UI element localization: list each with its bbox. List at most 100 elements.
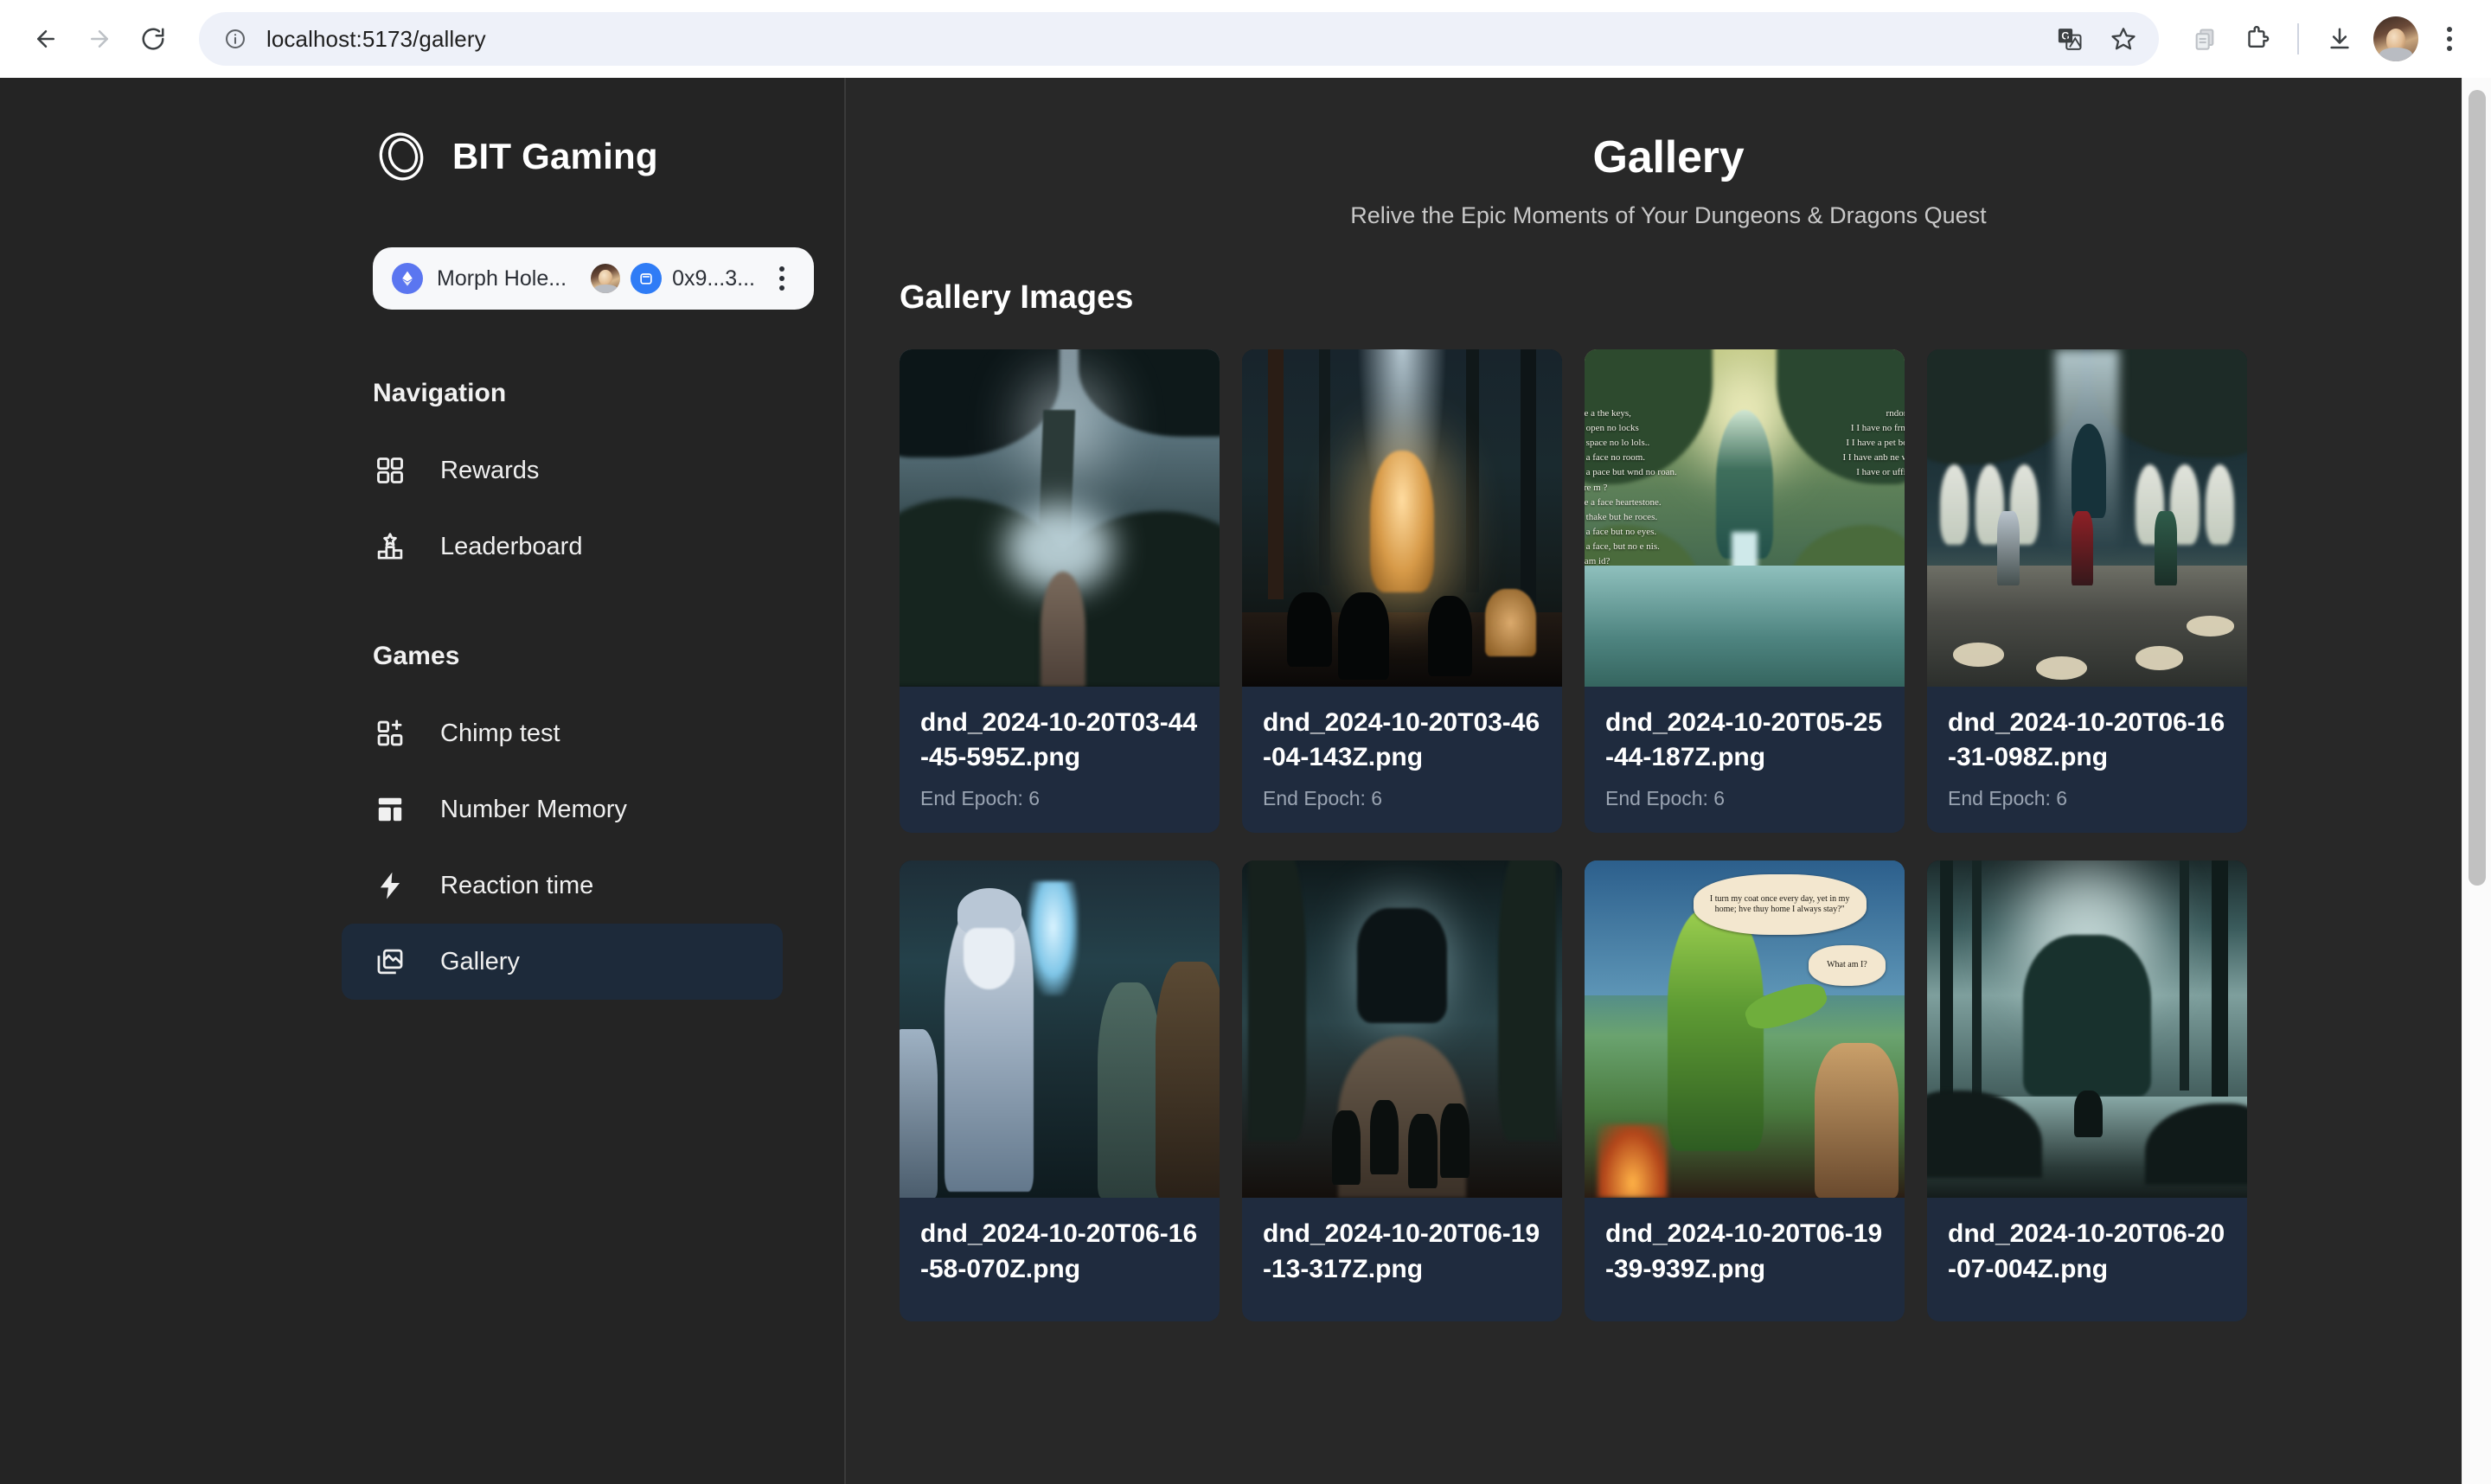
gallery-card-filename: dnd_2024-10-20T06-16-31-098Z.png (1948, 708, 2225, 772)
brand-name: BIT Gaming (452, 136, 658, 176)
downloads-icon[interactable] (2315, 14, 2365, 64)
riddle-text-left: ve a the keys,e open no lockse space no … (1585, 408, 1677, 566)
page-scrollbar[interactable] (2462, 78, 2491, 1484)
brand[interactable]: BIT Gaming (48, 78, 796, 185)
page-title: Gallery (1592, 132, 1745, 182)
gallery-card[interactable]: I turn my coat once every day, yet in my… (1585, 860, 1905, 1321)
gallery-thumbnail[interactable]: I turn my coat once every day, yet in my… (1585, 860, 1905, 1199)
sidebar-section-games-title: Games (373, 642, 460, 670)
riddle-text-right: rndore.I I have no frnrdI I have a pet b… (1842, 408, 1905, 478)
scrollbar-thumb[interactable] (2469, 90, 2486, 886)
gallery-card-body: dnd_2024-10-20T06-16-58-070Z.png (900, 1198, 1220, 1321)
gallery-card-meta: End Epoch: 6 (1605, 787, 1726, 810)
sidebar-item-reaction-time[interactable]: Reaction time (342, 848, 783, 924)
gallery-card-filename: dnd_2024-10-20T03-44-45-595Z.png (920, 708, 1198, 772)
toolbar-actions (2168, 14, 2472, 64)
gallery-card-body: dnd_2024-10-20T03-46-04-143Z.png End Epo… (1242, 687, 1562, 833)
images-icon (373, 944, 407, 979)
gallery-card-filename: dnd_2024-10-20T06-19-13-317Z.png (1263, 1219, 1540, 1283)
gallery-card-body: dnd_2024-10-20T05-25-44-187Z.png End Epo… (1585, 687, 1905, 833)
chrome-menu-icon[interactable] (2427, 14, 2472, 64)
wallet-widget[interactable]: Morph Hole... 0x9...3... (373, 247, 814, 310)
bolt-icon (373, 868, 407, 903)
sidebar-section-navigation-title: Navigation (373, 379, 507, 407)
gallery-card-body: dnd_2024-10-20T06-19-13-317Z.png (1242, 1198, 1562, 1321)
copy-icon[interactable] (2180, 14, 2230, 64)
wallet-menu-icon[interactable] (769, 259, 795, 297)
sidebar-item-label: Chimp test (440, 719, 560, 747)
browser-toolbar: localhost:5173/gallery G (0, 0, 2491, 78)
wallet-address: 0x9...3... (672, 265, 755, 291)
sidebar-item-gallery[interactable]: Gallery (342, 924, 783, 1000)
gallery-card[interactable]: dnd_2024-10-20T03-46-04-143Z.png End Epo… (1242, 349, 1562, 834)
gallery-card[interactable]: dnd_2024-10-20T06-19-13-317Z.png (1242, 860, 1562, 1321)
page-header: Gallery Relive the Epic Moments of Your … (846, 78, 2491, 229)
sidebar-item-label: Leaderboard (440, 532, 583, 560)
address-bar[interactable]: localhost:5173/gallery G (199, 12, 2159, 66)
grid-plus-icon (373, 716, 407, 751)
reload-button[interactable] (126, 12, 180, 66)
wallet-badge-icon (631, 263, 663, 294)
gallery-thumbnail[interactable] (1242, 860, 1562, 1199)
sidebar-item-label: Rewards (440, 456, 540, 484)
gallery-card-filename: dnd_2024-10-20T05-25-44-187Z.png (1605, 708, 1883, 772)
gallery-card-filename: dnd_2024-10-20T06-19-39-939Z.png (1605, 1219, 1883, 1283)
translate-icon[interactable]: G (2045, 14, 2095, 64)
gallery-thumbnail[interactable] (900, 349, 1220, 687)
wallet-chain[interactable]: Morph Hole... (392, 263, 591, 294)
grid-icon (373, 453, 407, 488)
extensions-icon[interactable] (2232, 14, 2282, 64)
gallery-card[interactable]: dnd_2024-10-20T03-44-45-595Z.png End Epo… (900, 349, 1220, 834)
sidebar-item-leaderboard[interactable]: Leaderboard (342, 509, 783, 585)
sidebar-nav-games: Chimp test Number Memory Reaction time G… (48, 695, 796, 1000)
back-button[interactable] (19, 12, 73, 66)
gallery-card-body: dnd_2024-10-20T03-44-45-595Z.png End Epo… (900, 687, 1220, 833)
gallery-thumbnail[interactable] (1927, 349, 2247, 687)
toolbar-divider (2297, 23, 2299, 54)
gallery-card-meta: End Epoch: 6 (1263, 787, 1383, 810)
sidebar-nav-navigation: Rewards Leaderboard (48, 432, 796, 585)
ethereum-icon (392, 263, 423, 294)
gallery-card-body: dnd_2024-10-20T06-16-31-098Z.png End Epo… (1927, 687, 2247, 833)
profile-avatar[interactable] (2373, 16, 2418, 61)
gallery-card[interactable]: dnd_2024-10-20T06-16-58-070Z.png (900, 860, 1220, 1321)
gallery-thumbnail[interactable] (900, 860, 1220, 1199)
sidebar-item-label: Gallery (440, 947, 520, 975)
gallery-card-meta: End Epoch: 6 (1948, 787, 2068, 810)
app-viewport: BIT Gaming Morph Hole... 0x9...3... Navi… (0, 78, 2491, 1484)
wallet-avatar (591, 264, 621, 293)
wallet-account[interactable]: 0x9...3... (591, 263, 755, 294)
forward-button[interactable] (73, 12, 126, 66)
layout-icon (373, 792, 407, 827)
address-bar-url: localhost:5173/gallery (266, 25, 486, 52)
gallery-card-body: dnd_2024-10-20T06-20-07-004Z.png (1927, 1198, 2247, 1321)
site-info-icon[interactable] (218, 22, 253, 56)
gallery-card-filename: dnd_2024-10-20T06-20-07-004Z.png (1948, 1219, 2225, 1283)
gallery-thumbnail[interactable] (1927, 860, 2247, 1199)
sidebar-item-number-memory[interactable]: Number Memory (342, 771, 783, 848)
wallet-chain-label: Morph Hole... (437, 265, 567, 291)
sidebar-item-label: Number Memory (440, 795, 627, 823)
gallery-card[interactable]: dnd_2024-10-20T06-16-31-098Z.png End Epo… (1927, 349, 2247, 834)
sidebar: BIT Gaming Morph Hole... 0x9...3... Navi… (0, 78, 846, 1484)
speech-bubble-main: I turn my coat once every day, yet in my… (1693, 873, 1867, 936)
section-title: Gallery Images (900, 279, 1134, 316)
sidebar-item-rewards[interactable]: Rewards (342, 432, 783, 509)
gallery-grid: dnd_2024-10-20T03-44-45-595Z.png End Epo… (900, 349, 2247, 1321)
gallery-card-filename: dnd_2024-10-20T03-46-04-143Z.png (1263, 708, 1540, 772)
gallery-card[interactable]: ve a the keys,e open no lockse space no … (1585, 349, 1905, 834)
gallery-card-body: dnd_2024-10-20T06-19-39-939Z.png (1585, 1198, 1905, 1321)
podium-icon (373, 529, 407, 564)
gallery-card-meta: End Epoch: 6 (920, 787, 1041, 810)
gallery-thumbnail[interactable] (1242, 349, 1562, 687)
sidebar-item-label: Reaction time (440, 871, 594, 899)
speech-bubble-small: What am I? (1809, 944, 1886, 986)
gallery-card-filename: dnd_2024-10-20T06-16-58-070Z.png (920, 1219, 1198, 1283)
main-content: Gallery Relive the Epic Moments of Your … (846, 78, 2491, 1484)
bookmark-star-icon[interactable] (2098, 14, 2148, 64)
gallery-card[interactable]: dnd_2024-10-20T06-20-07-004Z.png (1927, 860, 2247, 1321)
bit-gaming-logo-icon (373, 128, 430, 185)
sidebar-item-chimp-test[interactable]: Chimp test (342, 695, 783, 771)
page-subtitle: Relive the Epic Moments of Your Dungeons… (1350, 202, 1987, 228)
gallery-thumbnail[interactable]: ve a the keys,e open no lockse space no … (1585, 349, 1905, 687)
